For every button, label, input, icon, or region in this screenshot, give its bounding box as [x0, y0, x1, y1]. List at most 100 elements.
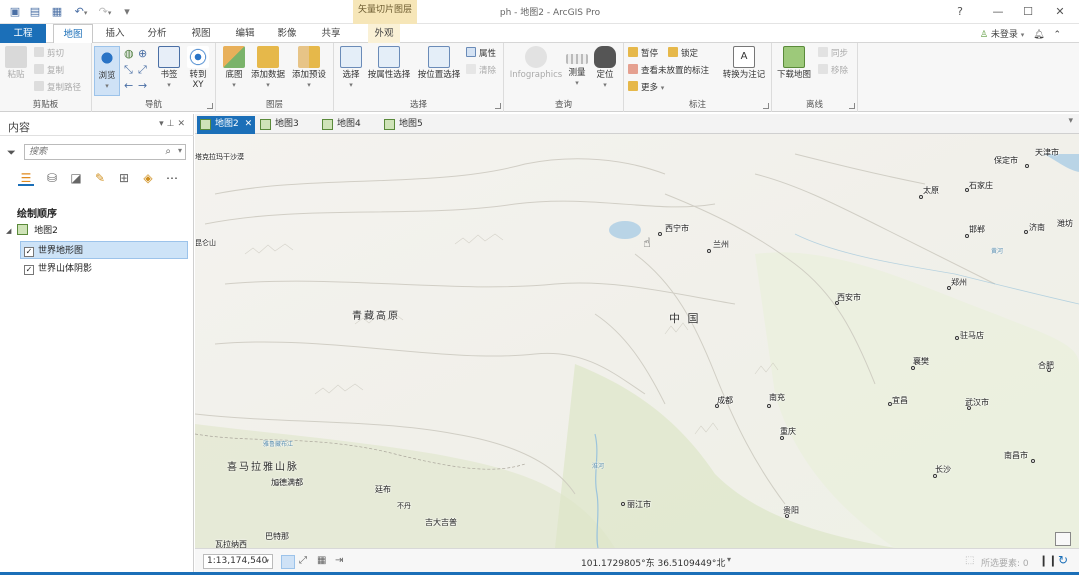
tab-appearance[interactable]: 外观: [368, 24, 400, 43]
sync-button[interactable]: 同步: [818, 47, 848, 61]
clear-selection-button[interactable]: 清除: [466, 64, 496, 78]
copy-button[interactable]: 复制: [34, 64, 64, 78]
help-button[interactable]: ?: [950, 4, 970, 19]
pause-drawing-icon[interactable]: ❙❙: [1039, 554, 1057, 567]
more-options-icon[interactable]: ⋯: [164, 170, 180, 186]
tab-map3[interactable]: 地图3: [257, 116, 315, 134]
map-city-label: 南充: [769, 393, 785, 402]
save-project-icon[interactable]: ▦: [50, 5, 64, 18]
view-unplaced-labels-button[interactable]: 查看未放置的标注: [628, 64, 709, 78]
map-city-label: 贵阳: [783, 506, 799, 515]
explore-button[interactable]: 浏览 ▾: [94, 46, 120, 96]
select-by-location-button[interactable]: 按位置选择: [416, 46, 462, 96]
undo-icon[interactable]: ↶▾: [70, 5, 92, 18]
maximize-button[interactable]: ☐: [1018, 4, 1038, 19]
cut-button[interactable]: 剪切: [34, 47, 64, 61]
layer-visibility-checkbox[interactable]: ✓: [24, 265, 34, 275]
minimize-button[interactable]: —: [988, 4, 1008, 19]
selected-features-count: 所选要素: 0: [981, 559, 1029, 569]
tab-list-icon[interactable]: ▾: [1068, 116, 1073, 126]
tab-map4[interactable]: 地图4: [319, 116, 377, 134]
layer-item[interactable]: ✓ 世界山体阴影: [24, 260, 92, 278]
layer-item[interactable]: ✓ 世界地形图: [20, 241, 188, 259]
list-by-selection-icon[interactable]: ◪: [68, 170, 84, 186]
chevron-down-icon[interactable]: ▾: [178, 146, 182, 155]
list-by-drawing-order-icon[interactable]: ☰: [18, 170, 34, 186]
tab-analysis[interactable]: 分析: [142, 24, 172, 43]
group-label-clipboard: 剪贴板: [32, 100, 59, 110]
tab-map5[interactable]: 地图5: [381, 116, 439, 134]
infographics-button[interactable]: Infographics: [508, 46, 564, 96]
select-by-attributes-button[interactable]: 按属性选择: [366, 46, 412, 96]
copy-path-button[interactable]: 复制路径: [34, 81, 81, 95]
map-node[interactable]: ◢ 地图2: [6, 222, 58, 240]
list-by-labeling-icon[interactable]: ◈: [140, 170, 156, 186]
lock-labels-button[interactable]: 锁定: [668, 47, 698, 61]
convert-to-annotation-button[interactable]: A 转换为注记: [720, 46, 768, 96]
next-extent-icon[interactable]: →: [138, 79, 147, 93]
grid-icon[interactable]: [281, 555, 295, 569]
pane-options-icon[interactable]: ▾: [159, 119, 167, 129]
bookmarks-button[interactable]: 书签 ▾: [156, 46, 182, 96]
zoom-out-icon[interactable]: ⤢: [138, 63, 147, 77]
paste-button[interactable]: 粘贴: [4, 46, 28, 96]
customize-quick-access-icon[interactable]: ▾: [120, 5, 134, 18]
goto-xy-button[interactable]: 转到 XY: [185, 46, 211, 96]
pane-close-icon[interactable]: ✕: [177, 119, 188, 129]
list-by-snapping-icon[interactable]: ⊞: [116, 170, 132, 186]
download-map-button[interactable]: 下载地图: [776, 46, 812, 96]
dialog-launcher-icon[interactable]: [495, 103, 501, 109]
snapping-icon[interactable]: ⇥: [335, 555, 343, 566]
locate-button[interactable]: 定位 ▾: [592, 46, 618, 96]
tab-edit[interactable]: 编辑: [230, 24, 260, 43]
tab-share[interactable]: 共享: [316, 24, 346, 43]
pin-icon[interactable]: ⊥: [167, 119, 178, 129]
add-preset-button[interactable]: 添加预设 ▾: [290, 46, 328, 96]
scale-selector[interactable]: 1:13,174,540 ▾: [203, 554, 273, 569]
map-canvas[interactable]: 青藏高原 中 国 喜马拉雅山脉 塔克拉玛干沙漠 西宁市 兰州 保定市 天津市 太…: [195, 134, 1079, 548]
tab-map[interactable]: 地图: [53, 24, 93, 44]
chevron-down-icon[interactable]: ▾: [727, 555, 731, 564]
new-project-icon[interactable]: ▣: [8, 5, 22, 18]
scissors-icon: [34, 47, 44, 57]
dialog-launcher-icon[interactable]: [763, 103, 769, 109]
tab-map2[interactable]: 地图2 ✕: [197, 116, 255, 134]
contents-search[interactable]: ⌕ ▾: [24, 144, 186, 160]
list-by-editing-icon[interactable]: ✎: [92, 170, 108, 186]
list-by-data-source-icon[interactable]: ⛁: [44, 170, 60, 186]
more-labeling-button[interactable]: 更多 ▾: [628, 81, 664, 95]
tab-close-icon[interactable]: ✕: [245, 119, 253, 129]
table-icon[interactable]: ▦: [317, 555, 326, 566]
search-icon[interactable]: ⌕: [165, 146, 171, 157]
previous-extent-icon[interactable]: ←: [124, 79, 133, 93]
basemap-button[interactable]: 底图 ▾: [219, 46, 249, 96]
close-button[interactable]: ✕: [1050, 4, 1070, 19]
dialog-launcher-icon[interactable]: [849, 103, 855, 109]
add-data-button[interactable]: 添加数据 ▾: [250, 46, 286, 96]
layer-visibility-checkbox[interactable]: ✓: [24, 247, 34, 257]
expand-icon[interactable]: ◢: [6, 227, 11, 235]
dialog-launcher-icon[interactable]: [207, 103, 213, 109]
tab-insert[interactable]: 插入: [100, 24, 130, 43]
fixed-zoom-icon[interactable]: ⊕: [138, 47, 147, 61]
full-extent-icon[interactable]: ◍: [124, 47, 134, 61]
notification-bell-icon[interactable]: 🔔︎: [1033, 30, 1044, 40]
tab-imagery[interactable]: 影像: [272, 24, 302, 43]
measure-button[interactable]: 测量 ▾: [564, 46, 590, 96]
attributes-button[interactable]: 属性: [466, 47, 496, 61]
extent-indicator-icon[interactable]: ⤢: [299, 555, 307, 566]
map-notes-icon[interactable]: [1055, 532, 1071, 546]
tab-view[interactable]: 视图: [186, 24, 216, 43]
account-menu[interactable]: ♙ 未登录 ▾ 🔔︎ ⌃: [980, 27, 1061, 40]
open-project-icon[interactable]: ▤: [28, 5, 42, 18]
refresh-icon[interactable]: ↻: [1058, 553, 1068, 567]
zoom-in-icon[interactable]: ⤡: [124, 63, 133, 77]
filter-icon[interactable]: ⏷: [7, 146, 16, 160]
tab-project[interactable]: 工程: [0, 24, 46, 43]
chevron-up-icon[interactable]: ⌃: [1053, 30, 1061, 40]
pause-labels-button[interactable]: 暂停: [628, 47, 658, 61]
redo-icon[interactable]: ↷▾: [94, 5, 116, 18]
remove-button[interactable]: 移除: [818, 64, 848, 78]
contents-search-input[interactable]: [25, 145, 155, 159]
select-button[interactable]: 选择 ▾: [337, 46, 365, 96]
